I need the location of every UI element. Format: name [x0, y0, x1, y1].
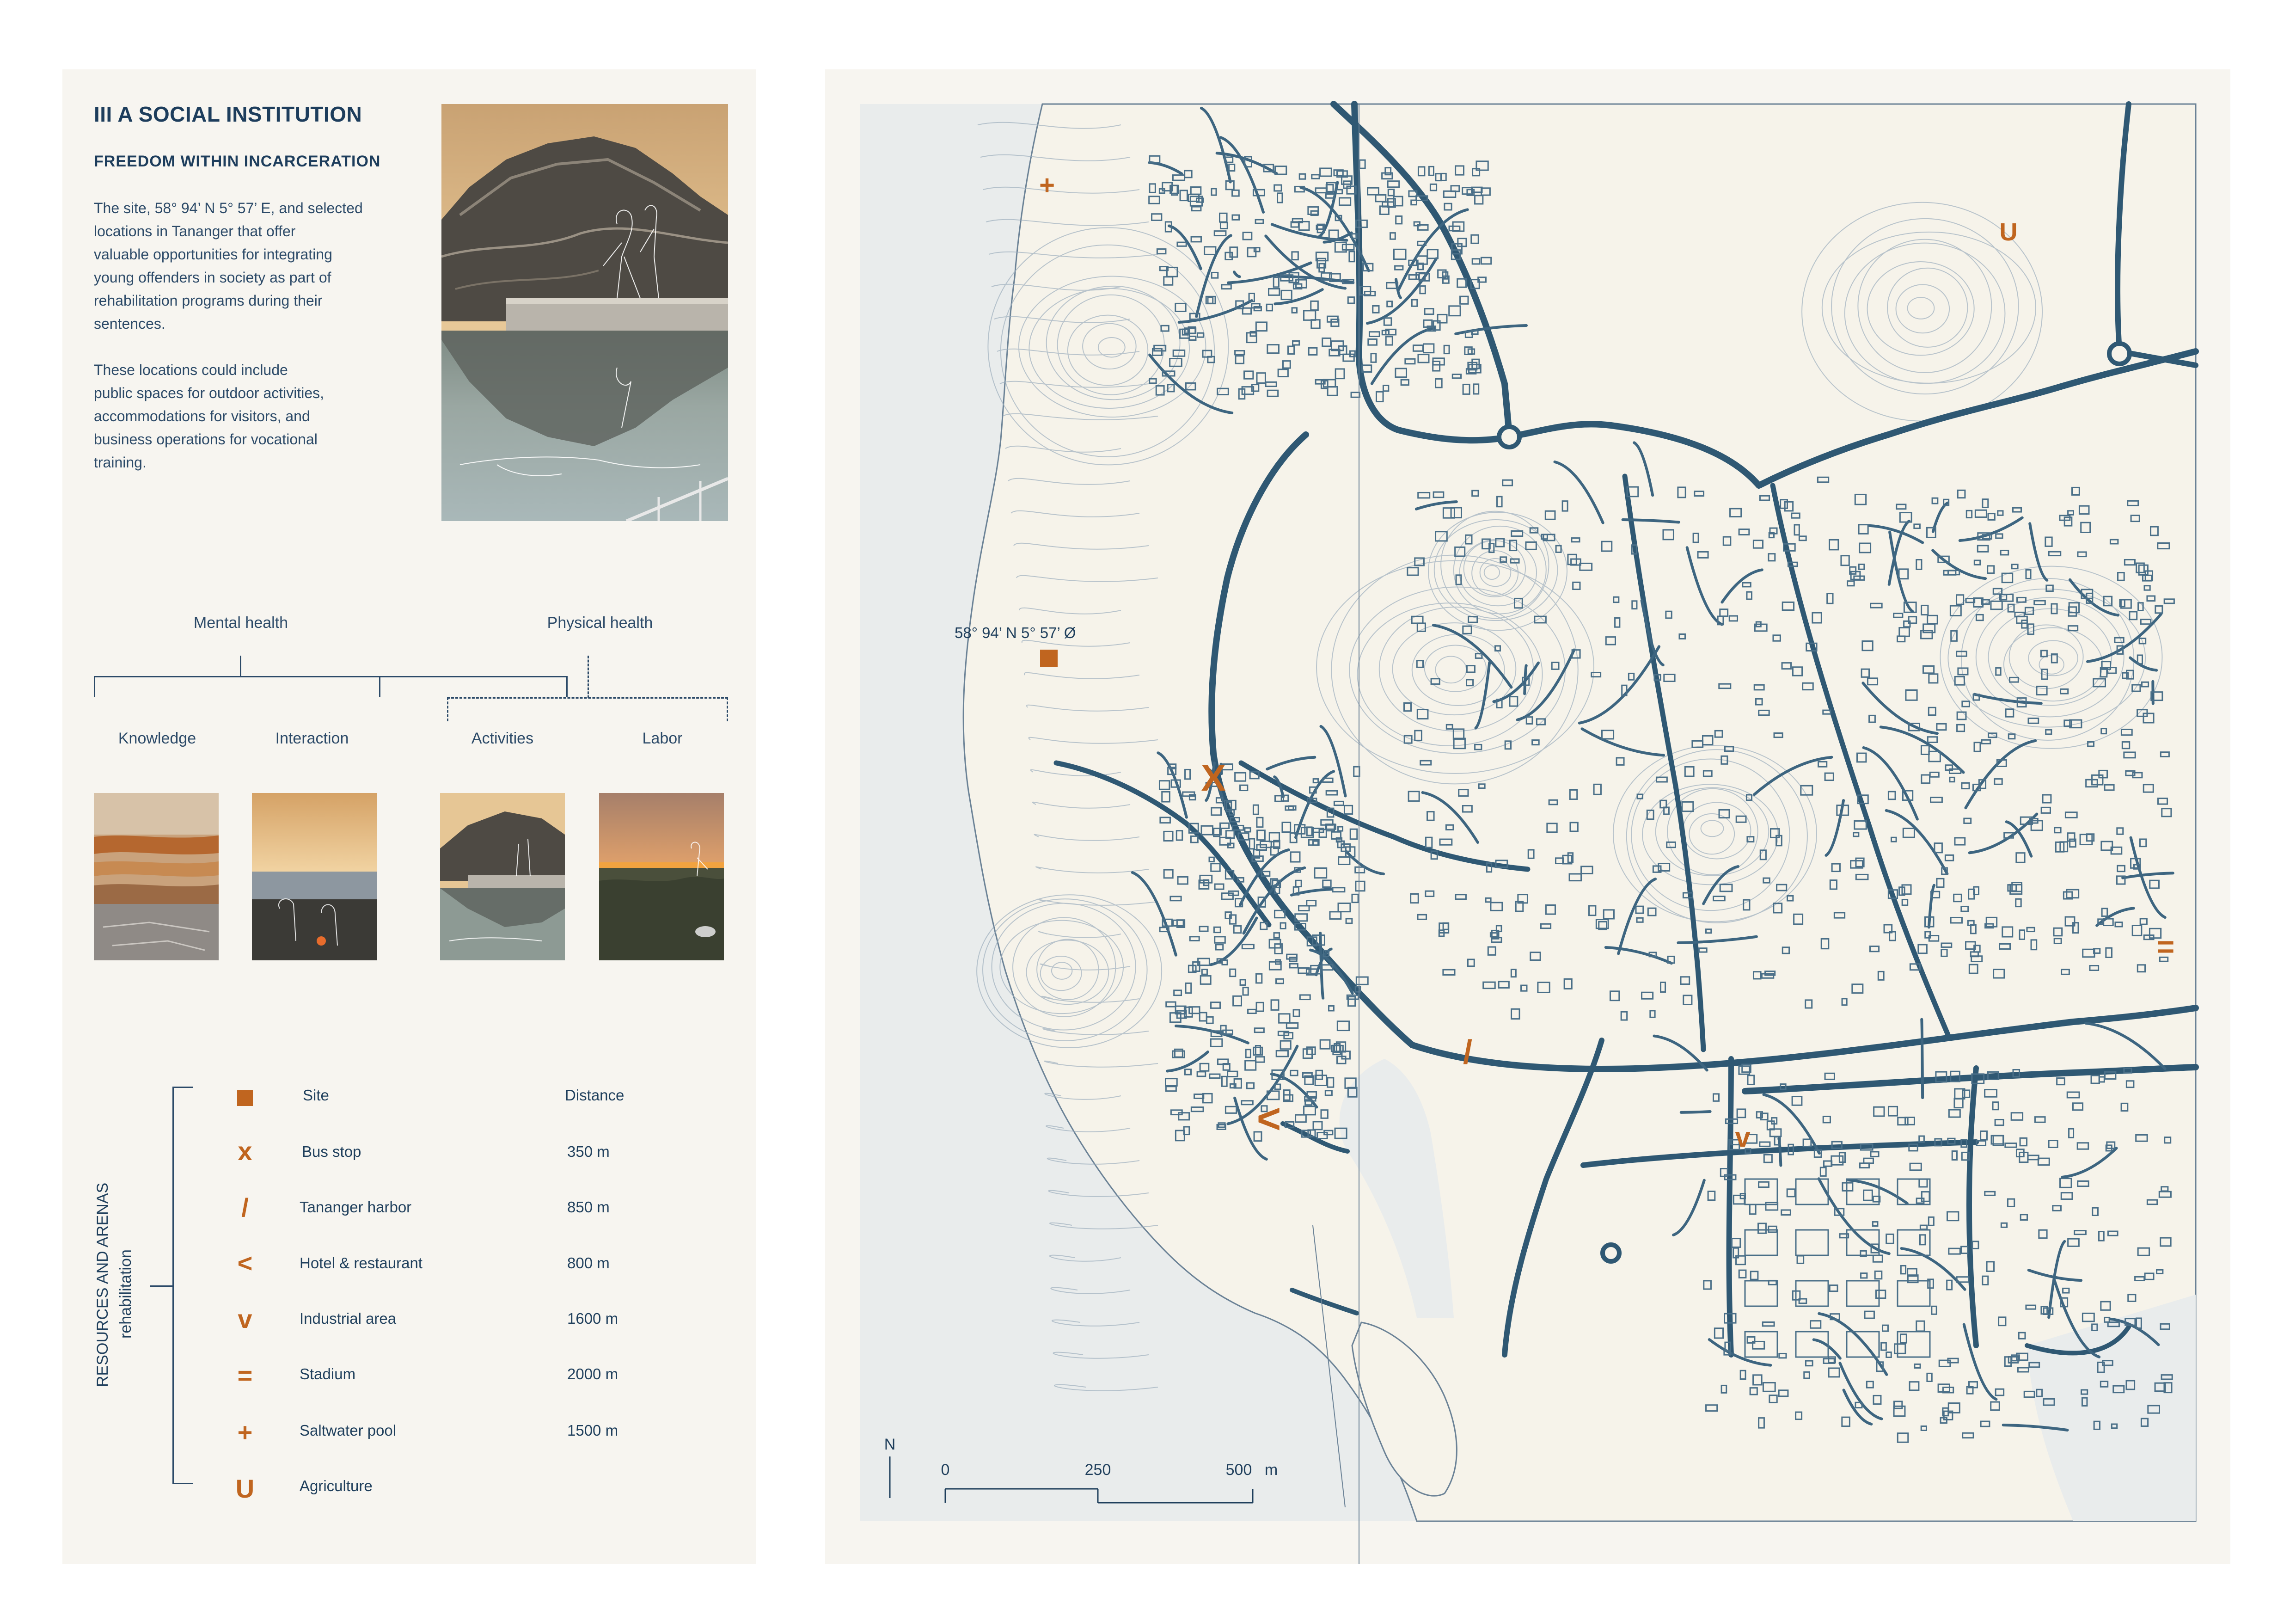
- branch-activities-label: Activities: [471, 730, 534, 747]
- roundabout: [1497, 424, 1522, 449]
- scale-unit: m: [1265, 1461, 1278, 1479]
- intro-line: The site, 58° 94’ N 5° 57’ E, and select…: [94, 200, 363, 216]
- map-marker-pool: +: [1039, 170, 1055, 200]
- agriculture-label: Agriculture: [300, 1477, 373, 1494]
- map-marker-agriculture: U: [2000, 218, 2018, 246]
- stadium-label: Stadium: [300, 1365, 356, 1382]
- tree-connector: [94, 676, 95, 697]
- industrial-label: Industrial area: [300, 1310, 397, 1327]
- tree-connector: [379, 676, 380, 697]
- tree-connector: [566, 676, 568, 697]
- bus-stop-symbol: x: [238, 1137, 252, 1166]
- map-marker-bus-stop: X: [1201, 757, 1225, 799]
- bus-stop-label: Bus stop: [302, 1143, 361, 1160]
- locations-line: These locations could include: [94, 362, 288, 378]
- map-marker-hotel: <: [1257, 1096, 1281, 1142]
- roundabout: [2107, 341, 2132, 366]
- map-marker-industrial: v: [1735, 1122, 1751, 1153]
- harbor-distance: 850 m: [567, 1198, 610, 1216]
- stadium-symbol: =: [237, 1361, 253, 1390]
- legend-subheading: rehabilitation: [117, 1249, 135, 1339]
- branch-labor-label: Labor: [642, 730, 683, 747]
- legend-heading: RESOURCES AND ARENAS: [94, 1182, 111, 1387]
- legend-bracket: [150, 1285, 172, 1287]
- map-panel: 58° 94’ N 5° 57’ Ø + U X / < v = N 0 250…: [825, 69, 2230, 1564]
- tree-connector-dashed: [447, 697, 448, 721]
- page-title: III A SOCIAL INSTITUTION: [94, 102, 362, 126]
- intro-line: locations in Tananger that offer: [94, 223, 296, 240]
- hotel-symbol: <: [237, 1248, 253, 1278]
- locations-paragraph: These locations could include public spa…: [94, 358, 408, 474]
- hotel-label: Hotel & restaurant: [300, 1254, 422, 1272]
- activities-photo: [440, 793, 565, 960]
- hotel-distance: 800 m: [567, 1254, 610, 1272]
- locations-line: business operations for vocational: [94, 431, 318, 448]
- bus-stop-distance: 350 m: [567, 1143, 610, 1160]
- locations-line: accommodations for visitors, and: [94, 408, 310, 424]
- site-marker: [1040, 650, 1058, 667]
- branch-interaction-label: Interaction: [275, 730, 349, 747]
- mental-health-label: Mental health: [193, 614, 288, 632]
- site-symbol: [237, 1090, 253, 1106]
- branch-knowledge-label: Knowledge: [118, 730, 196, 747]
- tree-connector: [94, 676, 568, 677]
- site-coordinates: 58° 94’ N 5° 57’ Ø: [955, 624, 1076, 641]
- tree-connector: [240, 656, 241, 677]
- intro-line: young offenders in society as part of: [94, 269, 331, 286]
- locations-line: training.: [94, 454, 147, 471]
- legend-bracket: [172, 1087, 174, 1484]
- locations-line: public spaces for outdoor activities,: [94, 385, 325, 401]
- labor-photo: [599, 793, 724, 960]
- knowledge-photo: [94, 793, 219, 960]
- agriculture-symbol: U: [235, 1474, 255, 1503]
- stadium-distance: 2000 m: [567, 1365, 618, 1382]
- harbor-symbol: /: [241, 1193, 249, 1222]
- roundabout: [1600, 1242, 1622, 1264]
- legend-site-label: Site: [303, 1087, 329, 1104]
- pool-symbol: +: [237, 1418, 253, 1447]
- north-label: N: [884, 1436, 896, 1453]
- scale-tick-0: 0: [941, 1461, 950, 1479]
- legend-distance-header: Distance: [565, 1087, 625, 1104]
- intro-paragraph: The site, 58° 94’ N 5° 57’ E, and select…: [94, 197, 408, 335]
- physical-health-label: Physical health: [547, 614, 653, 632]
- map-svg: 58° 94’ N 5° 57’ Ø + U X / < v = N 0 250…: [860, 101, 2199, 1564]
- map-marker-harbor: /: [1463, 1034, 1472, 1071]
- interaction-photo: [252, 793, 377, 960]
- legend-bracket: [172, 1483, 193, 1484]
- intro-line: sentences.: [94, 315, 165, 332]
- legend-bracket: [172, 1087, 193, 1088]
- saltwater-pool-photo: [441, 104, 728, 521]
- tree-connector-dashed: [447, 697, 728, 699]
- pool-distance: 1500 m: [567, 1422, 618, 1439]
- left-panel: III A SOCIAL INSTITUTION FREEDOM WITHIN …: [62, 69, 756, 1564]
- intro-line: valuable opportunities for integrating: [94, 246, 332, 263]
- pool-label: Saltwater pool: [300, 1422, 397, 1439]
- scale-tick-500: 500: [1226, 1461, 1252, 1479]
- scale-tick-250: 250: [1085, 1461, 1111, 1479]
- tree-connector-dashed: [588, 656, 589, 698]
- page-subtitle: FREEDOM WITHIN INCARCERATION: [94, 153, 381, 170]
- industrial-distance: 1600 m: [567, 1310, 618, 1327]
- harbor-label: Tananger harbor: [300, 1198, 412, 1216]
- industrial-symbol: v: [238, 1304, 252, 1333]
- tree-connector-dashed: [727, 697, 728, 721]
- map-marker-stadium: =: [2157, 929, 2175, 964]
- intro-line: rehabilitation programs during their: [94, 292, 323, 309]
